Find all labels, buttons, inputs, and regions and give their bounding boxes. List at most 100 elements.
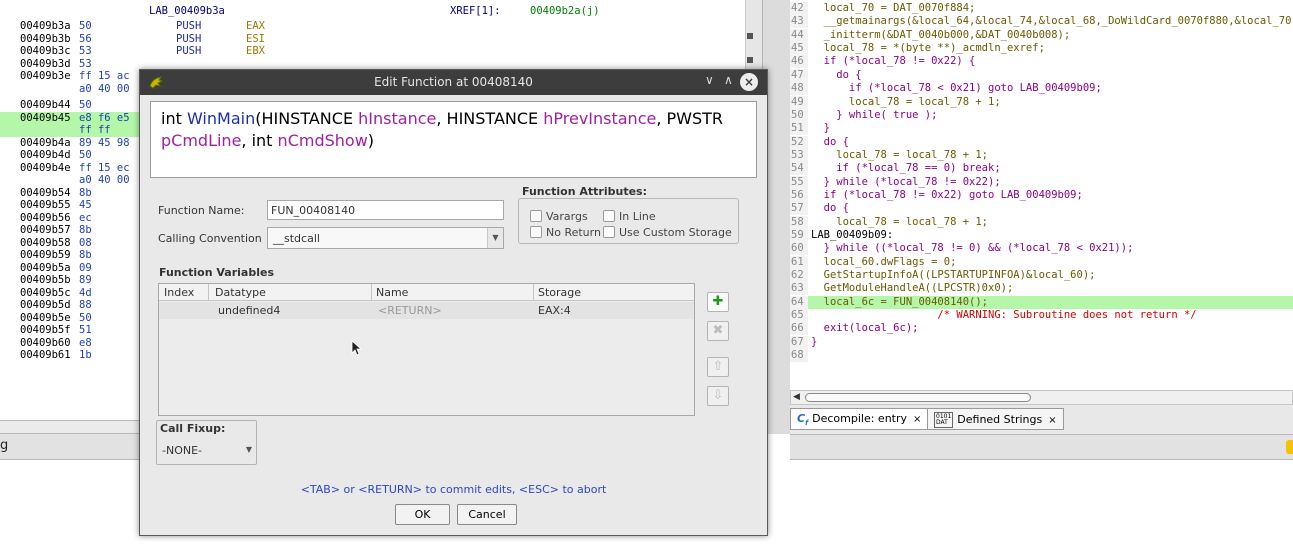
code-line[interactable]: 57 do { bbox=[790, 202, 1293, 216]
listing-bytes[interactable]: 53 bbox=[79, 45, 92, 58]
code-line[interactable]: 47 do { bbox=[790, 68, 1293, 82]
decompiler-hscrollbar[interactable]: ◀ bbox=[790, 390, 1293, 405]
listing-address[interactable]: 00409b55 bbox=[20, 199, 71, 212]
checkbox-icon[interactable] bbox=[603, 226, 615, 238]
scroll-thumb[interactable] bbox=[805, 393, 1031, 402]
code-line[interactable]: 61 local_60.dwFlags = 0; bbox=[790, 255, 1293, 269]
column-header-storage[interactable]: Storage bbox=[538, 286, 581, 299]
listing-address[interactable]: 00409b3e bbox=[20, 70, 71, 83]
code-line[interactable]: 63 GetModuleHandleA((LPCSTR)0x0); bbox=[790, 282, 1293, 296]
code-line[interactable]: 50 } while( true ); bbox=[790, 108, 1293, 122]
tab-defined-strings[interactable]: 0101 DAT Defined Strings × bbox=[927, 408, 1064, 430]
code-text[interactable]: local_70 = DAT_0070f884; bbox=[811, 2, 976, 15]
listing-address[interactable]: 00409b57 bbox=[20, 224, 71, 237]
code-text[interactable]: GetModuleHandleA((LPCSTR)0x0); bbox=[811, 282, 1014, 295]
listing-bytes[interactable]: 1b bbox=[79, 349, 92, 362]
inline-checkbox[interactable]: In Line bbox=[603, 210, 656, 223]
code-text[interactable]: local_78 = local_78 + 1; bbox=[811, 216, 988, 229]
call-fixup-select[interactable]: -NONE- ▼ bbox=[157, 440, 255, 462]
listing-bytes[interactable]: 50 bbox=[79, 20, 92, 33]
listing-address[interactable]: 00409b59 bbox=[20, 249, 71, 262]
table-row[interactable]: undefined4 <RETURN> EAX:4 bbox=[159, 302, 694, 319]
column-divider[interactable] bbox=[371, 284, 372, 301]
code-line[interactable]: 43 __getmainargs(&local_64,&local_74,&lo… bbox=[790, 15, 1293, 29]
listing-mnemonic[interactable]: PUSH bbox=[176, 20, 201, 33]
column-header-datatype[interactable]: Datatype bbox=[215, 286, 266, 299]
code-line[interactable]: 67} bbox=[790, 335, 1293, 349]
listing-bytes[interactable]: a0 40 00 bbox=[79, 83, 130, 96]
close-icon[interactable]: × bbox=[913, 414, 921, 425]
no-return-checkbox[interactable]: No Return bbox=[530, 226, 601, 239]
code-line[interactable]: 68 bbox=[790, 349, 1293, 363]
listing-xref-address[interactable]: 00409b2a(j) bbox=[530, 5, 600, 17]
listing-bytes[interactable]: 50 bbox=[79, 99, 92, 112]
code-text[interactable]: local_78 = local_78 + 1; bbox=[811, 149, 988, 162]
code-text[interactable]: } while (*local_78 != 0x22); bbox=[811, 176, 1001, 189]
listing-operand[interactable]: EAX bbox=[246, 20, 265, 33]
move-up-button[interactable]: ⇧ bbox=[707, 357, 729, 377]
function-name-input[interactable] bbox=[267, 200, 504, 220]
close-icon[interactable]: × bbox=[740, 73, 758, 91]
listing-address[interactable]: 00409b5d bbox=[20, 299, 71, 312]
listing-bytes[interactable]: a0 40 00 bbox=[79, 174, 130, 187]
column-header-name[interactable]: Name bbox=[376, 286, 408, 299]
code-text[interactable]: __getmainargs(&local_64,&local_74,&local… bbox=[811, 15, 1293, 28]
code-text[interactable]: /* WARNING: Subroutine does not return *… bbox=[811, 309, 1196, 322]
code-line[interactable]: 65 /* WARNING: Subroutine does not retur… bbox=[790, 309, 1293, 323]
code-line[interactable]: 64 local_6c = FUN_00408140(); bbox=[790, 295, 1293, 309]
code-line[interactable]: 58 local_78 = local_78 + 1; bbox=[790, 215, 1293, 229]
code-text[interactable]: if (*local_78 != 0x22) { bbox=[811, 55, 976, 68]
listing-bytes[interactable]: ff ff bbox=[79, 124, 111, 137]
listing-address[interactable]: 00409b4d bbox=[20, 149, 71, 162]
code-text[interactable]: } while ((*local_78 != 0) && (*local_78 … bbox=[811, 242, 1134, 255]
listing-address[interactable]: 00409b3c bbox=[20, 45, 71, 58]
code-line[interactable]: 53 local_78 = local_78 + 1; bbox=[790, 148, 1293, 162]
code-text[interactable]: local_78 = *(byte **)_acmdln_exref; bbox=[811, 42, 1045, 55]
ok-button[interactable]: OK bbox=[395, 504, 450, 525]
code-line[interactable]: 52 do { bbox=[790, 135, 1293, 149]
code-line[interactable]: 62 GetStartupInfoA((LPSTARTUPINFOA)&loca… bbox=[790, 269, 1293, 282]
custom-storage-checkbox[interactable]: Use Custom Storage bbox=[603, 226, 732, 239]
calling-convention-select[interactable]: __stdcall ▼ bbox=[267, 227, 504, 249]
listing-row[interactable]: 00409b3a 50 PUSH EAX bbox=[0, 20, 740, 33]
cancel-button[interactable]: Cancel bbox=[457, 504, 517, 525]
column-header-index[interactable]: Index bbox=[164, 286, 194, 299]
code-line[interactable]: 44 _initterm(&DAT_0040b000,&DAT_0040b008… bbox=[790, 28, 1293, 42]
cell-datatype[interactable]: undefined4 bbox=[218, 304, 280, 317]
code-line[interactable]: 59 LAB_00409b09: bbox=[790, 228, 1293, 242]
code-line[interactable]: 54 if (*local_78 == 0) break; bbox=[790, 162, 1293, 176]
maximize-icon[interactable]: ∧ bbox=[724, 73, 733, 87]
checkbox-icon[interactable] bbox=[603, 210, 615, 222]
code-text[interactable]: if (*local_78 < 0x21) goto LAB_00409b09; bbox=[811, 82, 1102, 95]
varargs-checkbox[interactable]: Varargs bbox=[530, 210, 588, 223]
listing-bytes[interactable]: 45 bbox=[79, 199, 92, 212]
cell-name[interactable]: <RETURN> bbox=[378, 304, 442, 317]
column-divider[interactable] bbox=[208, 284, 209, 301]
code-text[interactable]: local_60.dwFlags = 0; bbox=[811, 256, 957, 269]
code-line[interactable]: 55 } while (*local_78 != 0x22); bbox=[790, 175, 1293, 189]
chevron-down-icon[interactable]: ▼ bbox=[246, 440, 252, 460]
listing-address[interactable]: 00409b44 bbox=[20, 99, 71, 112]
code-text[interactable]: GetStartupInfoA((LPSTARTUPINFOA)&local_6… bbox=[811, 269, 1096, 282]
dialog-titlebar[interactable]: Edit Function at 00408140 ∨ ∧ × bbox=[140, 70, 767, 95]
tab-decompile-entry[interactable]: Cf Decompile: entry × bbox=[790, 408, 929, 430]
code-text[interactable]: do { bbox=[811, 136, 849, 149]
minimize-icon[interactable]: ∨ bbox=[705, 73, 714, 87]
code-text[interactable]: LAB_00409b09: bbox=[811, 229, 893, 242]
listing-bytes[interactable]: ff 15 ac bbox=[79, 70, 130, 83]
listing-bytes[interactable]: 51 bbox=[79, 324, 92, 337]
code-line[interactable]: 51 } bbox=[790, 122, 1293, 136]
code-text[interactable]: if (*local_78 == 0) break; bbox=[811, 162, 1000, 175]
code-text[interactable]: do { bbox=[811, 69, 861, 82]
code-text[interactable]: exit(local_6c); bbox=[811, 322, 919, 335]
listing-bytes[interactable]: 50 bbox=[79, 149, 92, 162]
close-icon[interactable]: × bbox=[1048, 415, 1056, 426]
code-line[interactable]: 56 if (*local_78 != 0x22) goto LAB_00409… bbox=[790, 188, 1293, 202]
listing-label[interactable]: LAB_00409b3a bbox=[149, 5, 225, 17]
decompiler-panel[interactable]: 42 local_70 = DAT_0070f884; 43 __getmaina… bbox=[790, 0, 1293, 405]
listing-operand[interactable]: EBX bbox=[246, 45, 265, 58]
chevron-down-icon[interactable]: ▼ bbox=[487, 228, 503, 248]
listing-bytes[interactable]: 88 bbox=[79, 299, 92, 312]
listing-address[interactable]: 00409b5f bbox=[20, 324, 71, 337]
column-divider[interactable] bbox=[533, 284, 534, 301]
